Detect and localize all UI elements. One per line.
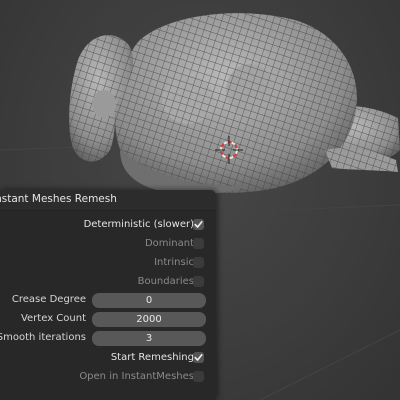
boundaries-checkbox[interactable] xyxy=(193,276,204,287)
start-remeshing-option[interactable]: Start Remeshing xyxy=(0,351,216,367)
crease-degree-field[interactable]: 0 xyxy=(92,293,206,308)
intrinsic-label: Intrinsic xyxy=(154,257,194,268)
smooth-iterations-label: Smooth iterations xyxy=(0,332,86,343)
deterministic-checkbox[interactable] xyxy=(193,219,204,230)
remeshed-mesh[interactable] xyxy=(69,13,400,195)
check-icon xyxy=(194,221,203,228)
deterministic-label: Deterministic (slower) xyxy=(83,219,194,230)
boundaries-label: Boundaries xyxy=(137,276,194,287)
instant-meshes-remesh-panel: Instant Meshes Remesh Deterministic (slo… xyxy=(0,190,216,400)
vertex-count-label: Vertex Count xyxy=(20,313,86,324)
crease-degree-label: Crease Degree xyxy=(11,294,86,305)
start-remeshing-label: Start Remeshing xyxy=(110,352,194,363)
dominant-label: Dominant xyxy=(144,238,194,249)
dominant-option[interactable]: Dominant xyxy=(0,237,216,253)
smooth-iterations-row: Smooth iterations 3 xyxy=(0,331,216,347)
open-in-instantmeshes-option[interactable]: Open in InstantMeshes xyxy=(0,370,216,386)
smooth-iterations-field[interactable]: 3 xyxy=(92,331,206,346)
deterministic-option[interactable]: Deterministic (slower) xyxy=(0,218,216,234)
intrinsic-checkbox[interactable] xyxy=(193,257,204,268)
vertex-count-row: Vertex Count 2000 xyxy=(0,312,216,328)
dominant-checkbox[interactable] xyxy=(193,238,204,249)
check-icon xyxy=(194,354,203,361)
open-in-instantmeshes-checkbox[interactable] xyxy=(193,371,204,382)
panel-header[interactable]: Instant Meshes Remesh xyxy=(0,190,216,211)
panel-title: Instant Meshes Remesh xyxy=(0,193,117,205)
intrinsic-option[interactable]: Intrinsic xyxy=(0,256,216,272)
vertex-count-field[interactable]: 2000 xyxy=(92,312,206,327)
open-in-instantmeshes-label: Open in InstantMeshes xyxy=(79,371,194,382)
crease-degree-row: Crease Degree 0 xyxy=(0,293,216,309)
boundaries-option[interactable]: Boundaries xyxy=(0,275,216,291)
start-remeshing-checkbox[interactable] xyxy=(193,352,204,363)
